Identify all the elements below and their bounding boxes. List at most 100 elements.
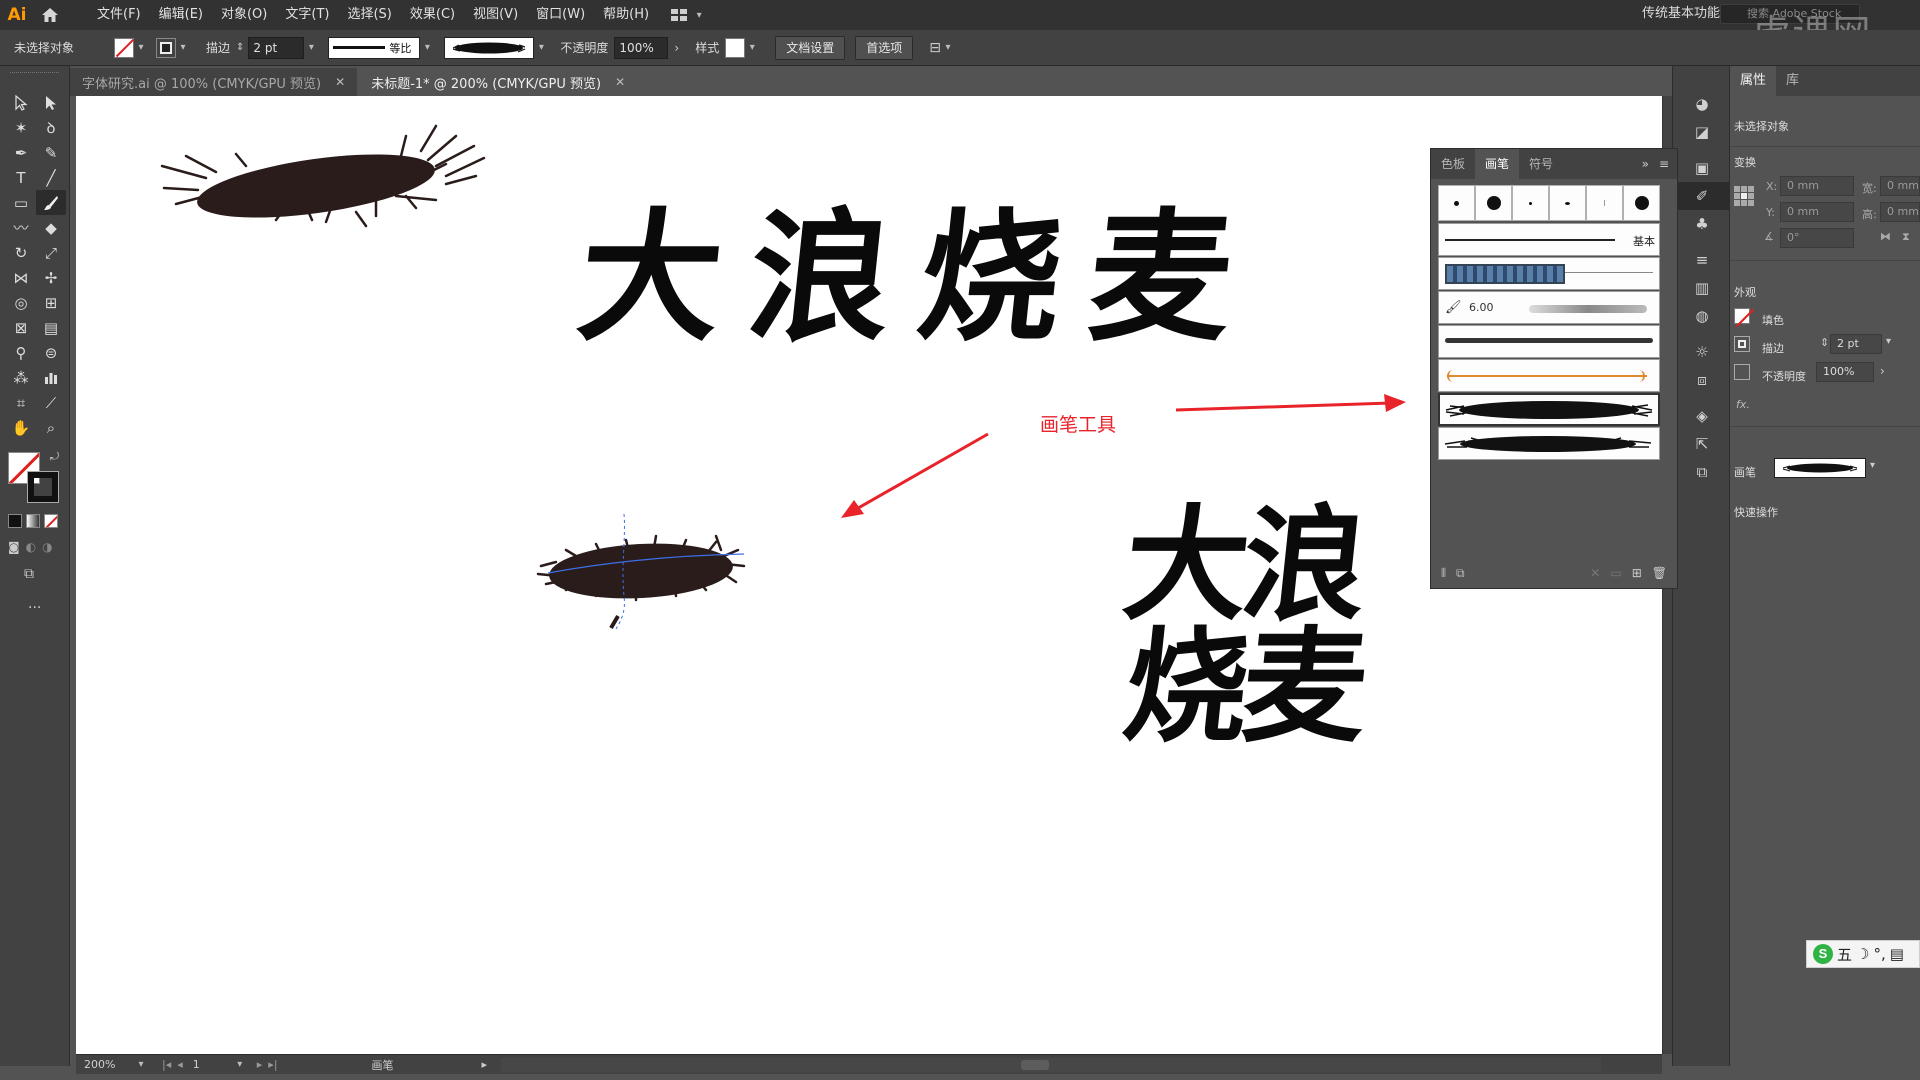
brush-pattern[interactable] xyxy=(1438,257,1660,290)
panel-grip[interactable] xyxy=(10,72,59,80)
chevron-down-icon[interactable]: ▾ xyxy=(134,1059,148,1070)
tab-swatches[interactable]: 色板 xyxy=(1431,149,1475,179)
curvature-tool-icon[interactable]: ✎ xyxy=(36,140,66,165)
punctuation-icon[interactable]: °, xyxy=(1873,945,1885,963)
brush-select[interactable] xyxy=(1774,458,1866,478)
chevron-down-icon[interactable]: ▾ xyxy=(176,42,190,53)
brush-options-icon[interactable]: ▭ xyxy=(1610,566,1621,580)
gradient-panel-icon[interactable]: ▥ xyxy=(1673,274,1731,302)
tab-properties[interactable]: 属性 xyxy=(1730,66,1777,96)
column-graph-tool-icon[interactable] xyxy=(36,365,66,390)
chevron-down-icon[interactable]: ▾ xyxy=(534,42,548,53)
chevron-down-icon[interactable]: ▾ xyxy=(233,1059,247,1070)
y-field[interactable]: 0 mm xyxy=(1780,202,1854,222)
chevron-right-icon[interactable]: › xyxy=(1880,364,1885,378)
stepper-icon[interactable]: ⇕ xyxy=(1820,336,1829,349)
ink-brush-stroke-selected[interactable] xyxy=(536,513,746,630)
reference-point-icon[interactable] xyxy=(1734,186,1754,206)
menu-effect[interactable]: 效果(C) xyxy=(401,0,464,30)
flip-vertical-icon[interactable]: ⧗ xyxy=(1902,230,1910,244)
rotate-field[interactable]: 0° xyxy=(1780,228,1854,248)
symbol-sprayer-tool-icon[interactable]: ⁂ xyxy=(6,365,36,390)
gradient-tool-icon[interactable]: ▤ xyxy=(36,315,66,340)
chevron-down-icon[interactable]: ▾ xyxy=(745,42,759,53)
symbols-panel-icon[interactable]: ♣ xyxy=(1673,210,1731,238)
document-setup-button[interactable]: 文档设置 xyxy=(775,35,846,60)
menu-view[interactable]: 视图(V) xyxy=(464,0,527,30)
more-tools-icon[interactable]: ··· xyxy=(28,600,41,616)
artboard-tool-icon[interactable]: ⌗ xyxy=(6,390,36,415)
fill-stroke-widget[interactable]: ⤾ xyxy=(8,450,62,503)
type-tool-icon[interactable]: T xyxy=(6,165,36,190)
rotate-tool-icon[interactable]: ↻ xyxy=(6,240,36,265)
home-icon[interactable] xyxy=(34,0,66,30)
preferences-button[interactable]: 首选项 xyxy=(855,35,914,60)
draw-normal-icon[interactable]: ◙ xyxy=(8,540,20,554)
ink-brush-stroke-large[interactable] xyxy=(160,124,486,229)
brush-dot-large[interactable] xyxy=(1475,185,1512,221)
align-icon[interactable]: ⊟ xyxy=(929,40,941,56)
sogou-logo-icon[interactable]: S xyxy=(1813,944,1833,964)
x-field[interactable]: 0 mm xyxy=(1780,176,1854,196)
stroke-weight-field[interactable]: 2 pt xyxy=(248,36,305,59)
eraser-tool-icon[interactable]: ◆ xyxy=(36,215,66,240)
chevron-down-icon[interactable]: ▾ xyxy=(941,42,955,53)
close-icon[interactable]: ✕ xyxy=(335,75,345,89)
stroke-weight-field[interactable]: 2 pt xyxy=(1830,334,1882,354)
mesh-tool-icon[interactable]: ⊠ xyxy=(6,315,36,340)
selection-tool-icon[interactable] xyxy=(6,90,36,115)
fill-swatch[interactable] xyxy=(114,37,134,58)
tab-brushes[interactable]: 画笔 xyxy=(1475,149,1520,179)
color-panel-icon[interactable]: ◪ xyxy=(1673,118,1731,146)
draw-inside-icon[interactable]: ◑ xyxy=(42,540,52,554)
shape-builder-tool-icon[interactable]: ◎ xyxy=(6,290,36,315)
half-width-icon[interactable]: ☽ xyxy=(1856,945,1869,963)
swap-icon[interactable]: ⤾ xyxy=(50,450,59,464)
image-trace-icon[interactable]: ▣ xyxy=(1673,154,1731,182)
opacity-swatch-icon[interactable] xyxy=(1734,364,1750,380)
stroke-profile-select[interactable]: 等比 xyxy=(328,36,421,59)
none-mode-icon[interactable] xyxy=(44,514,58,528)
new-brush-icon[interactable]: ⊞ xyxy=(1632,566,1642,580)
menu-select[interactable]: 选择(S) xyxy=(338,0,400,30)
width-field[interactable]: 0 mm xyxy=(1880,176,1920,196)
fill-none-swatch[interactable] xyxy=(1734,308,1750,324)
status-menu-icon[interactable]: ▸ xyxy=(482,1058,488,1071)
chevron-down-icon[interactable]: ▾ xyxy=(1870,460,1875,471)
libraries-panel-icon[interactable]: ⧉ xyxy=(1456,566,1465,581)
ime-mode[interactable]: 五 xyxy=(1837,944,1852,965)
artboard-nav-next-icon[interactable]: ▸ xyxy=(257,1058,263,1071)
chevron-down-icon[interactable]: ▾ xyxy=(1886,336,1891,347)
perspective-grid-tool-icon[interactable]: ⊞ xyxy=(36,290,66,315)
color-guide-icon[interactable]: ◕ xyxy=(1673,90,1731,118)
scale-tool-icon[interactable]: ⤢ xyxy=(36,240,66,265)
fx-button[interactable]: fx. xyxy=(1736,398,1750,411)
flip-horizontal-icon[interactable]: ⧓ xyxy=(1880,230,1891,243)
menu-window[interactable]: 窗口(W) xyxy=(527,0,594,30)
tab-symbols[interactable]: 符号 xyxy=(1519,149,1563,179)
slice-tool-icon[interactable]: ⟋ xyxy=(36,390,66,415)
paintbrush-tool-icon[interactable] xyxy=(36,190,66,215)
artboards-panel-icon[interactable]: ⧉ xyxy=(1673,458,1731,486)
asset-export-icon[interactable]: ⇱ xyxy=(1673,430,1731,458)
stroke-black-swatch[interactable] xyxy=(27,471,59,503)
transparency-panel-icon[interactable]: ◍ xyxy=(1673,302,1731,330)
menu-edit[interactable]: 编辑(E) xyxy=(150,0,212,30)
line-segment-tool-icon[interactable]: ╱ xyxy=(36,165,66,190)
document-tab-font-study[interactable]: 字体研究.ai @ 100% (CMYK/GPU 预览) ✕ xyxy=(70,68,358,96)
graphic-styles-icon[interactable]: ⧈ xyxy=(1673,366,1731,394)
opacity-field[interactable]: 100% xyxy=(1816,362,1874,382)
brush-arrow-art[interactable] xyxy=(1438,359,1660,392)
brush-dot-thin[interactable] xyxy=(1586,185,1623,221)
brush-charcoal[interactable] xyxy=(1438,325,1660,358)
remove-brush-stroke-icon[interactable]: ✕ xyxy=(1590,566,1600,580)
menu-type[interactable]: 文字(T) xyxy=(276,0,338,30)
stroke-panel-icon[interactable]: ≡ xyxy=(1673,246,1731,274)
magic-wand-tool-icon[interactable]: ✶ xyxy=(6,115,36,140)
calligraphy-headline[interactable]: 大浪烧麦 xyxy=(570,162,1272,368)
appearance-panel-icon[interactable]: ☼ xyxy=(1673,338,1731,366)
stepper-icon[interactable]: ⇕ xyxy=(236,42,244,53)
tab-libraries[interactable]: 库 xyxy=(1776,66,1809,96)
collapse-panel-icon[interactable]: » xyxy=(1642,149,1649,179)
menu-help[interactable]: 帮助(H) xyxy=(594,0,658,30)
